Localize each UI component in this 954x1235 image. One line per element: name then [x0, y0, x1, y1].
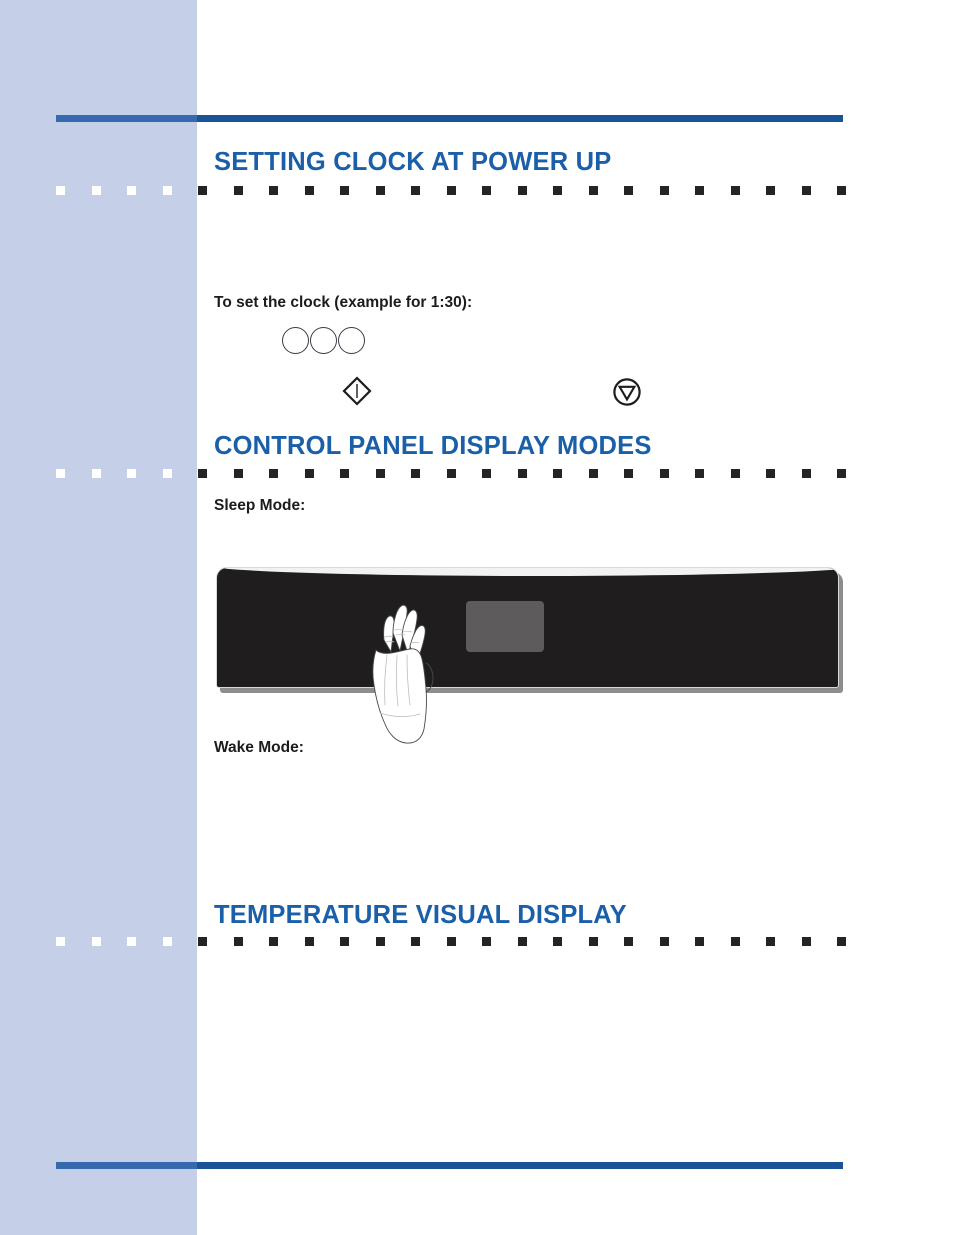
separator-dot — [837, 937, 846, 946]
separator-dot — [304, 186, 314, 195]
separator-dot — [624, 186, 633, 195]
separator-dot — [411, 186, 420, 195]
separator-dot — [340, 469, 349, 478]
separator-dot — [56, 186, 65, 195]
panel-face — [216, 567, 839, 688]
separator-dot — [304, 937, 314, 946]
separator-dot — [233, 186, 243, 195]
separator-dot — [411, 469, 420, 478]
separator-dot — [695, 469, 704, 478]
separator-dot — [624, 937, 633, 946]
ring-glyph-2 — [310, 327, 337, 354]
separator-dot — [411, 937, 420, 946]
setting-clock-instruction: To set the clock (example for 1:30): — [214, 294, 473, 311]
separator-dot — [340, 937, 349, 946]
separator-dot — [766, 186, 775, 195]
sleep-mode-label: Sleep Mode: — [214, 497, 306, 514]
separator-dot — [837, 469, 846, 478]
separator-dot — [269, 937, 278, 946]
separator-dot — [695, 937, 704, 946]
separator-dot — [162, 186, 172, 195]
separator-dot — [375, 186, 385, 195]
separator-dot — [624, 469, 633, 478]
separator-dot — [588, 937, 598, 946]
separator-dot — [659, 937, 669, 946]
separator-dot — [517, 937, 527, 946]
separator-dot — [91, 469, 101, 478]
separator-dot — [375, 469, 385, 478]
panel-display-screen — [466, 601, 544, 652]
separator-dot — [198, 469, 207, 478]
separator-dot — [233, 469, 243, 478]
dotted-separator-3 — [56, 937, 846, 946]
separator-dot — [91, 186, 101, 195]
separator-dot — [730, 937, 740, 946]
separator-dot — [482, 937, 491, 946]
panel-top-gloss — [217, 568, 838, 576]
separator-dot — [446, 186, 456, 195]
section-heading-temperature-visual-display: TEMPERATURE VISUAL DISPLAY — [214, 901, 627, 929]
diamond-bar-icon — [340, 374, 374, 408]
separator-dot — [588, 186, 598, 195]
separator-dot — [730, 469, 740, 478]
separator-dot — [801, 186, 811, 195]
separator-dot — [517, 469, 527, 478]
separator-dot — [482, 186, 491, 195]
dotted-separator-1 — [56, 186, 846, 195]
separator-dot — [127, 469, 136, 478]
ring-glyph-3 — [338, 327, 365, 354]
separator-dot — [659, 186, 669, 195]
separator-dot — [127, 186, 136, 195]
bottom-rule-sidebar-segment — [56, 1162, 197, 1169]
separator-dot — [233, 937, 243, 946]
separator-dot — [801, 469, 811, 478]
separator-dot — [198, 937, 207, 946]
separator-dot — [269, 469, 278, 478]
separator-dot — [375, 937, 385, 946]
separator-dot — [588, 469, 598, 478]
separator-dot — [553, 469, 562, 478]
separator-dot — [553, 186, 562, 195]
section-heading-control-panel-display-modes: CONTROL PANEL DISPLAY MODES — [214, 432, 652, 460]
separator-dot — [340, 186, 349, 195]
separator-dot — [91, 937, 101, 946]
separator-dot — [695, 186, 704, 195]
separator-dot — [766, 937, 775, 946]
separator-dot — [730, 186, 740, 195]
separator-dot — [162, 469, 172, 478]
separator-dot — [127, 937, 136, 946]
circle-down-triangle-icon — [610, 375, 644, 409]
separator-dot — [766, 469, 775, 478]
separator-dot — [659, 469, 669, 478]
separator-dot — [446, 937, 456, 946]
separator-dot — [162, 937, 172, 946]
section-heading-setting-clock: SETTING CLOCK AT POWER UP — [214, 148, 612, 176]
separator-dot — [517, 186, 527, 195]
separator-dot — [198, 186, 207, 195]
ring-glyph-1 — [282, 327, 309, 354]
dotted-separator-2 — [56, 469, 846, 478]
separator-dot — [482, 469, 491, 478]
separator-dot — [446, 469, 456, 478]
separator-dot — [553, 937, 562, 946]
separator-dot — [837, 186, 846, 195]
separator-dot — [269, 186, 278, 195]
separator-dot — [56, 469, 65, 478]
wake-mode-label: Wake Mode: — [214, 739, 304, 756]
oven-control-panel-illustration — [216, 567, 843, 693]
clock-ring-glyph-row — [282, 327, 365, 354]
separator-dot — [304, 469, 314, 478]
hand-illustration-icon — [340, 593, 448, 746]
separator-dot — [801, 937, 811, 946]
separator-dot — [56, 937, 65, 946]
top-rule-sidebar-segment — [56, 115, 197, 122]
